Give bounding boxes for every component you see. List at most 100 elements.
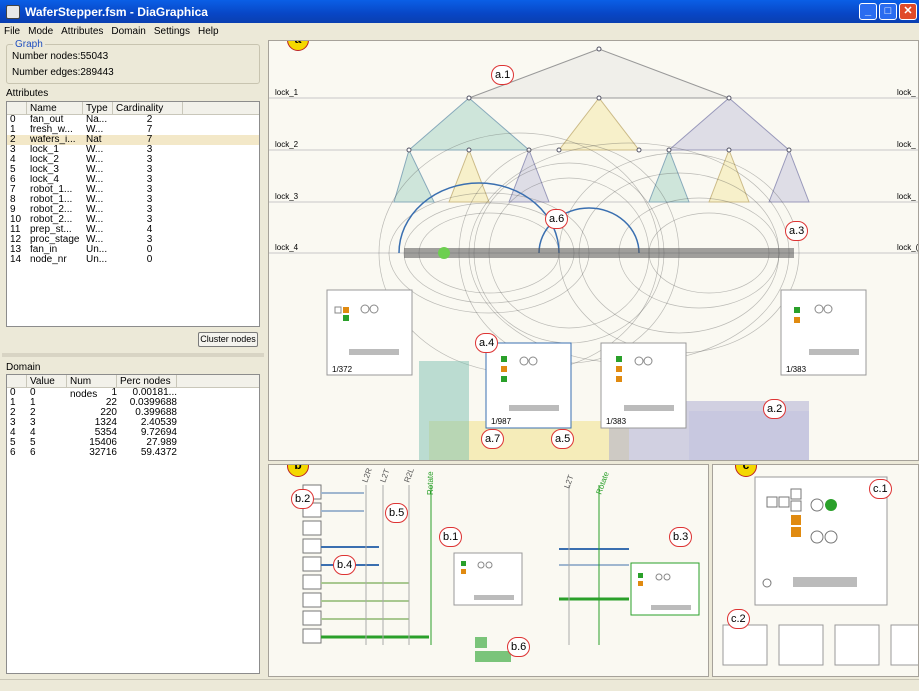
annotation-b6: b.6 — [507, 637, 531, 657]
attributes-cell: 0 — [146, 255, 153, 265]
attributes-row[interactable]: 13 fan_in Un... 0 — [7, 245, 259, 255]
attributes-column-header[interactable]: Name — [27, 102, 83, 114]
domain-column-header[interactable]: Num nodes — [67, 375, 117, 400]
maximize-button[interactable]: □ — [879, 3, 897, 20]
attributes-table[interactable]: Name Type Cardinality 0 fan_out Na... 2 1 fresh_… — [6, 101, 260, 327]
node-count: Number nodes:55043 — [12, 51, 109, 62]
attributes-cell: W... — [86, 175, 104, 185]
rotate-label-1[interactable]: Rotate — [426, 471, 435, 495]
diagram-popup-4[interactable]: 1/383 — [780, 289, 867, 376]
graph-legend: Graph — [13, 39, 45, 50]
attributes-row[interactable]: 1 fresh_w... W... 7 — [7, 125, 259, 135]
menu-settings[interactable]: Settings — [154, 26, 190, 37]
diagram-b3[interactable] — [630, 562, 700, 616]
attributes-cell: 3 — [146, 235, 153, 245]
domain-row[interactable]: 4 4 5354 9.72694 — [7, 428, 259, 438]
attributes-cell: robot_2... — [30, 205, 73, 215]
attributes-row[interactable]: 6 lock_4 W... 3 — [7, 175, 259, 185]
domain-row[interactable]: 5 5 15406 27.989 — [7, 438, 259, 448]
domain-row[interactable]: 3 3 1324 2.40539 — [7, 418, 259, 428]
menu-help[interactable]: Help — [198, 26, 219, 37]
diagram-popup-2[interactable]: 1/987 — [485, 342, 572, 429]
attributes-column-header[interactable]: Type — [83, 102, 113, 114]
attributes-row[interactable]: 5 lock_3 W... 3 — [7, 165, 259, 175]
attributes-column-header[interactable]: Cardinality — [113, 102, 183, 114]
rotate-label-2[interactable]: Rotate — [594, 470, 611, 496]
app-icon — [6, 4, 20, 19]
domain-cell: 0 — [30, 388, 36, 398]
attributes-row[interactable]: 0 fan_out Na... 2 — [7, 115, 259, 125]
close-button[interactable]: ✕ — [899, 3, 917, 20]
attributes-cell: 8 — [10, 195, 16, 205]
attributes-cell: 2 — [146, 115, 153, 125]
annotation-b5: b.5 — [385, 503, 409, 523]
cluster-nodes-button[interactable]: Cluster nodes — [198, 332, 258, 347]
edge-count: Number edges:289443 — [12, 67, 114, 78]
attributes-cell: W... — [86, 235, 104, 245]
domain-column-header[interactable]: Perc nodes — [117, 375, 177, 387]
diagram-thumbnails[interactable] — [722, 624, 919, 666]
attributes-cell: Un... — [86, 255, 108, 265]
diagram-popup-3[interactable]: 1/383 — [600, 342, 687, 429]
attributes-column-header[interactable] — [7, 102, 27, 114]
attributes-row[interactable]: 4 lock_2 W... 3 — [7, 155, 259, 165]
domain-cell: 9.72694 — [140, 428, 177, 438]
domain-header: Value Num nodes Perc nodes — [7, 375, 259, 400]
attributes-cell: 13 — [10, 245, 22, 255]
attributes-row[interactable]: 3 lock_1 W... 3 — [7, 145, 259, 155]
menu-mode[interactable]: Mode — [28, 26, 53, 37]
attributes-cell: 3 — [146, 165, 153, 175]
attributes-cell: 3 — [146, 195, 153, 205]
edge-bundle-panel[interactable]: L2R L2T R2L Rotate L2T Rotate b b.2 b.5 … — [268, 464, 709, 677]
attributes-cell: 3 — [146, 185, 153, 195]
pane-splitter[interactable] — [2, 353, 264, 357]
domain-row[interactable]: 2 2 220 0.399688 — [7, 408, 259, 418]
attributes-cell: 11 — [10, 225, 21, 235]
attributes-cell: proc_stage — [30, 235, 80, 245]
attributes-cell: 0 — [146, 245, 153, 255]
domain-table[interactable]: Value Num nodes Perc nodes 0 0 1 0.00181... 1 1 2… — [6, 374, 260, 674]
minimize-button[interactable]: _ — [859, 3, 877, 20]
attributes-cell: 2 — [10, 135, 16, 145]
attributes-cell: 0 — [10, 115, 16, 125]
annotation-a3: a.3 — [785, 221, 809, 241]
attributes-cell: Nat — [86, 135, 102, 145]
attributes-row[interactable]: 8 robot_1... W... 3 — [7, 195, 259, 205]
domain-column-header[interactable]: Value — [27, 375, 67, 387]
selected-node — [438, 247, 450, 259]
level-label-right-3: lock_ — [897, 192, 916, 201]
attributes-row[interactable]: 9 robot_2... W... 3 — [7, 205, 259, 215]
diagram-popup-1[interactable]: 1/372 — [326, 289, 413, 376]
domain-cell: 1324 — [94, 418, 117, 428]
domain-cell: 6 — [30, 448, 36, 458]
attributes-cell: W... — [86, 195, 104, 205]
menu-attributes[interactable]: Attributes — [61, 26, 103, 37]
domain-row[interactable]: 6 6 32716 59.4372 — [7, 448, 259, 458]
domain-cell: 0.00181... — [132, 388, 177, 398]
diagram-b1[interactable] — [453, 552, 523, 606]
attributes-row[interactable]: 12 proc_stage W... 3 — [7, 235, 259, 245]
attributes-row[interactable]: 14 node_nr Un... 0 — [7, 255, 259, 265]
domain-column-header[interactable] — [7, 375, 27, 387]
domain-row[interactable]: 0 0 1 0.00181... — [7, 388, 259, 398]
annotation-a4: a.4 — [475, 333, 499, 353]
attributes-cell: 1 — [10, 125, 16, 135]
domain-cell: 2.40539 — [140, 418, 177, 428]
navigation-controls[interactable] — [475, 637, 511, 662]
menu-domain[interactable]: Domain — [111, 26, 145, 37]
domain-cell: 5 — [10, 438, 16, 448]
domain-row[interactable]: 1 1 22 0.0399688 — [7, 398, 259, 408]
cluster-graph-panel[interactable]: lock_1 lock_2 lock_3 lock_4 lock_ lock_ … — [268, 40, 919, 461]
attributes-row[interactable]: 7 robot_1... W... 3 — [7, 185, 259, 195]
attributes-cell: 3 — [146, 205, 153, 215]
level-label-4: lock_4 — [275, 243, 299, 252]
attributes-cell: 3 — [146, 175, 153, 185]
large-diagram[interactable] — [754, 476, 888, 606]
attributes-cell: W... — [86, 205, 104, 215]
attributes-row[interactable]: 11 prep_st... W... 4 — [7, 225, 259, 235]
attributes-row[interactable]: 10 robot_2... W... 3 — [7, 215, 259, 225]
menu-file[interactable]: File — [4, 26, 20, 37]
diagram-editor-panel[interactable]: c c.1 c.2 — [712, 464, 919, 677]
attributes-row[interactable]: 2 wafers_i... Nat 7 — [7, 135, 259, 145]
attributes-cell: Na... — [86, 115, 108, 125]
